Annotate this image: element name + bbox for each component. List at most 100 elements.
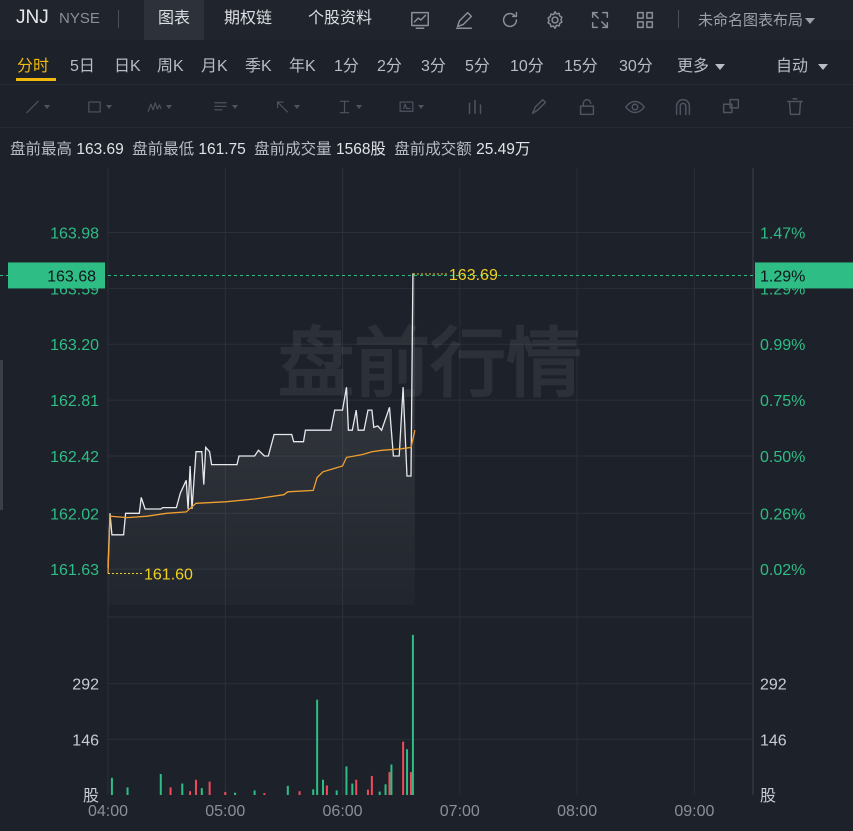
volume-tick-label: 146 xyxy=(72,732,99,749)
drawing-toolbar xyxy=(0,84,853,128)
refresh-icon[interactable] xyxy=(498,8,522,32)
volume-tick-label: 292 xyxy=(72,677,99,694)
measure-icon[interactable] xyxy=(336,95,362,119)
volume-bar xyxy=(406,749,409,795)
volume-bar xyxy=(370,775,373,795)
period-10min[interactable]: 10分 xyxy=(510,52,544,76)
volume-bar xyxy=(402,741,405,795)
premarket-high-value: 163.69 xyxy=(76,141,124,158)
stock-symbol: JNJ xyxy=(16,7,49,28)
period-3min[interactable]: 3分 xyxy=(421,52,446,76)
price-tick-label: 162.42 xyxy=(50,449,99,466)
period-more-dropdown[interactable]: 更多 xyxy=(677,52,726,76)
text-box-icon[interactable] xyxy=(398,95,424,119)
pct-tick-label: 0.75% xyxy=(760,393,805,410)
volume-bar xyxy=(351,783,354,795)
chevron-down-icon xyxy=(818,63,829,70)
gear-icon[interactable] xyxy=(543,8,567,32)
layers-icon[interactable] xyxy=(720,95,746,119)
current-pct-value: 1.29% xyxy=(760,268,805,285)
premarket-turnover-label: 盘前成交额 xyxy=(394,141,472,158)
text-list-icon[interactable] xyxy=(212,95,238,119)
wave-icon[interactable] xyxy=(146,95,172,119)
period-bar: 分时 5日 日K 周K 月K 季K 年K 1分 2分 3分 5分 10分 15分… xyxy=(0,40,853,84)
separator xyxy=(678,10,679,28)
period-5day[interactable]: 5日 xyxy=(70,52,95,76)
period-quarterly[interactable]: 季K xyxy=(245,52,272,76)
premarket-volume-value: 1568股 xyxy=(335,141,386,158)
volume-bar xyxy=(234,792,237,795)
period-more-label: 更多 xyxy=(677,58,710,75)
volume-bar xyxy=(316,699,319,795)
volume-bar xyxy=(189,791,192,795)
volume-bar xyxy=(286,785,289,795)
period-intraday[interactable]: 分时 xyxy=(17,52,49,76)
chevron-down-icon xyxy=(715,63,726,70)
tab-company-profile[interactable]: 个股资料 xyxy=(294,0,386,40)
grid-icon[interactable] xyxy=(633,8,657,32)
period-monthly[interactable]: 月K xyxy=(201,52,228,76)
period-1min[interactable]: 1分 xyxy=(334,52,359,76)
adjust-dropdown[interactable]: 自动 xyxy=(776,52,829,76)
period-yearly[interactable]: 年K xyxy=(289,52,316,76)
tab-options-chain[interactable]: 期权链 xyxy=(210,0,286,40)
price-tick-label: 163.20 xyxy=(50,337,99,354)
volume-bar xyxy=(181,783,184,795)
volume-bar xyxy=(345,766,348,795)
premarket-low-value: 161.75 xyxy=(198,141,246,158)
volume-bar xyxy=(298,791,301,795)
pencil-icon[interactable] xyxy=(452,8,476,32)
price-tick-label: 162.02 xyxy=(50,506,99,523)
eye-icon[interactable] xyxy=(624,95,650,119)
magnet-icon[interactable] xyxy=(672,95,698,119)
volume-bar xyxy=(384,784,387,795)
volume-bar xyxy=(411,634,414,795)
period-15min[interactable]: 15分 xyxy=(564,52,598,76)
period-30min[interactable]: 30分 xyxy=(619,52,653,76)
volume-bar xyxy=(335,790,338,795)
volume-bar xyxy=(325,785,328,795)
chart-line-icon[interactable] xyxy=(408,8,432,32)
high-marker-label: 163.69 xyxy=(449,267,498,284)
volume-bar xyxy=(126,787,129,795)
volume-bar xyxy=(263,793,266,795)
time-tick-label: 05:00 xyxy=(205,803,245,820)
chevron-down-icon xyxy=(805,18,816,25)
premarket-low-label: 盘前最低 xyxy=(132,141,195,158)
pct-tick-label: 0.02% xyxy=(760,562,805,579)
time-tick-label: 06:00 xyxy=(323,803,363,820)
period-2min[interactable]: 2分 xyxy=(377,52,402,76)
brush-icon[interactable] xyxy=(528,95,554,119)
intraday-chart[interactable]: 163.98 1.47%163.59 1.29%163.20 0.99%162.81 0… xyxy=(0,160,853,831)
rectangle-icon[interactable] xyxy=(86,95,112,119)
pct-tick-label: 0.50% xyxy=(760,449,805,466)
volume-bar xyxy=(322,779,324,795)
volume-unit-label: 股 xyxy=(760,787,776,805)
active-period-indicator xyxy=(16,78,56,81)
volume-bar xyxy=(390,764,393,795)
arrow-icon[interactable] xyxy=(274,95,300,119)
tab-chart[interactable]: 图表 xyxy=(144,0,205,40)
time-tick-label: 04:00 xyxy=(88,803,128,820)
volume-bar xyxy=(110,777,113,795)
time-tick-label: 09:00 xyxy=(674,803,714,820)
separator xyxy=(118,10,119,28)
premarket-turnover-value: 25.49万 xyxy=(476,141,531,158)
chart-watermark: 盘前行情 xyxy=(278,319,582,408)
price-tick-label: 163.98 xyxy=(50,225,99,242)
fullscreen-icon[interactable] xyxy=(588,8,612,32)
pct-tick-label: 1.47% xyxy=(760,225,805,242)
period-weekly[interactable]: 周K xyxy=(157,52,184,76)
volume-bar xyxy=(388,772,391,795)
current-price-value: 163.68 xyxy=(47,268,96,285)
low-marker-label: 161.60 xyxy=(144,566,193,583)
volume-bar xyxy=(159,774,162,795)
layout-dropdown[interactable]: 未命名图表布局 xyxy=(698,9,816,30)
lock-icon[interactable] xyxy=(576,95,602,119)
trend-line-icon[interactable] xyxy=(24,95,50,119)
volume-bar xyxy=(224,791,227,795)
trash-icon[interactable] xyxy=(784,95,810,119)
bar-chart-icon[interactable] xyxy=(464,95,490,119)
period-daily[interactable]: 日K xyxy=(114,52,141,76)
period-5min[interactable]: 5分 xyxy=(465,52,490,76)
